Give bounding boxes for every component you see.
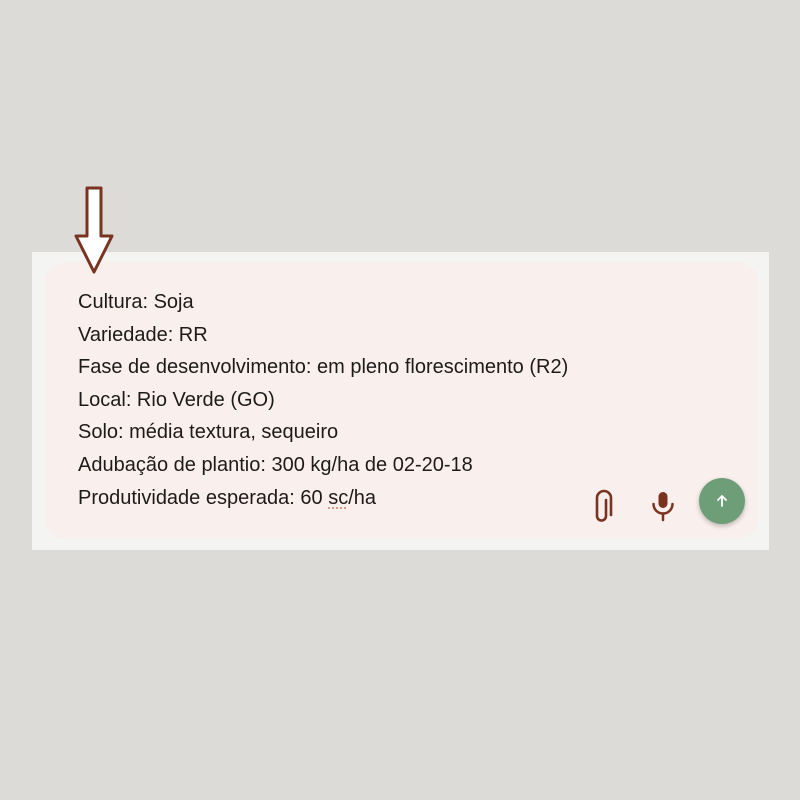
- spellcheck-flagged-word[interactable]: sc: [328, 487, 348, 509]
- prompt-line-adubacao: Adubação de plantio: 300 kg/ha de 02-20-…: [78, 453, 473, 476]
- prompt-line-variedade: Variedade: RR: [78, 323, 208, 346]
- send-button[interactable]: [699, 478, 745, 524]
- paperclip-icon: [595, 489, 613, 522]
- prompt-line-cultura: Cultura: Soja: [78, 291, 194, 313]
- prompt-line-produtividade-start: Produtividade esperada: 60: [78, 486, 329, 509]
- prompt-text[interactable]: Cultura: Soja Variedade: RR Fase de dese…: [78, 286, 668, 514]
- prompt-line-produtividade: Produtividade esperada: 60 sc/ha: [78, 482, 668, 515]
- arrow-up-icon: [717, 495, 727, 507]
- arrow-down-icon: [74, 186, 114, 274]
- prompt-line-solo: Solo: média textura, sequeiro: [78, 421, 339, 444]
- microphone-icon: [652, 492, 674, 522]
- prompt-line-local: Local: Rio Verde (GO): [78, 388, 275, 411]
- voice-input-button[interactable]: [645, 486, 681, 526]
- prompt-line-fase: Fase de desenvolvimento: em pleno flores…: [78, 356, 569, 379]
- attach-button[interactable]: [586, 486, 622, 526]
- prompt-line-produtividade-end: /ha: [348, 486, 376, 509]
